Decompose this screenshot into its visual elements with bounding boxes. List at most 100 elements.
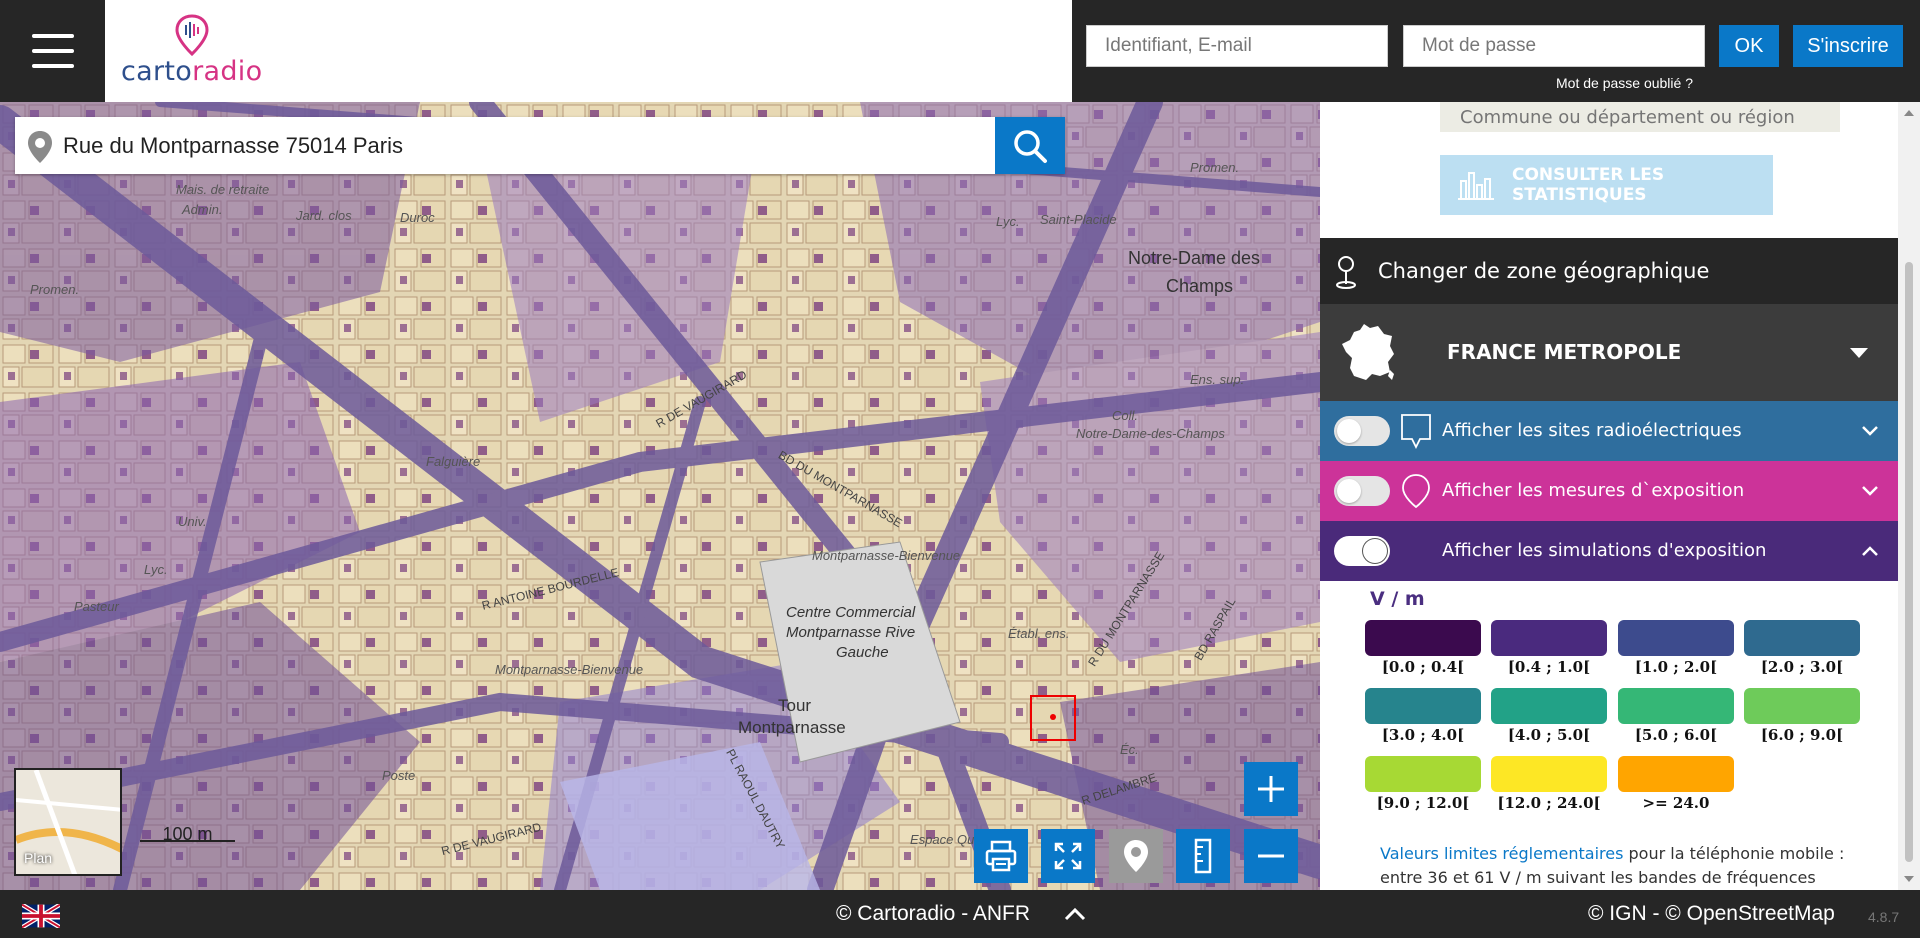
map-label-admin: Admin. <box>182 202 223 217</box>
scroll-down-icon[interactable] <box>1898 872 1920 886</box>
legend-range-label: [3.0 ; 4.0[ <box>1381 726 1465 744</box>
legend-swatch <box>1744 620 1860 656</box>
map-label-notre-dame-champs-metro: Notre-Dame-des-Champs <box>1076 426 1225 441</box>
map-label-promen-2: Promen. <box>30 282 80 297</box>
regulatory-note-text2: entre 36 et 61 V / m suivant les bandes … <box>1380 868 1816 887</box>
password-input[interactable] <box>1403 25 1705 67</box>
fullscreen-icon <box>1054 842 1082 870</box>
measure-button[interactable] <box>1176 829 1230 883</box>
search-button[interactable] <box>995 117 1065 174</box>
map-label-tour-2: Montparnasse <box>738 718 846 737</box>
antenna-site-icon <box>1401 414 1431 449</box>
login-input[interactable] <box>1086 25 1388 67</box>
legend-swatch <box>1618 756 1734 792</box>
map-label-lyc-2: Lyc. <box>996 214 1020 229</box>
region-selector[interactable]: FRANCE METROPOLE <box>1320 304 1898 401</box>
measure-pin-icon <box>1402 474 1430 509</box>
map-label-ec: Éc. <box>1120 742 1139 757</box>
print-button[interactable] <box>974 829 1028 883</box>
header: cartoradio OK S'inscrire Mot de passe ou… <box>0 0 1920 102</box>
regulatory-limits-link[interactable]: Valeurs limites réglementaires <box>1380 844 1623 863</box>
legend-range-label: [6.0 ; 9.0[ <box>1760 726 1844 744</box>
signup-button[interactable]: S'inscrire <box>1793 25 1903 67</box>
bar-chart-icon <box>1458 172 1494 200</box>
map-label-centre-1: Centre Commercial <box>786 604 916 621</box>
legend-swatch <box>1491 620 1607 656</box>
legend-unit: V / m <box>1370 588 1425 610</box>
scroll-up-icon[interactable] <box>1898 106 1920 120</box>
map-attribution: © IGN - © OpenStreetMap <box>1588 902 1835 925</box>
menu-icon-bar <box>31 49 74 53</box>
logo-text-radio: radio <box>192 56 263 87</box>
geolocate-button[interactable] <box>1109 829 1163 883</box>
map-label-saint-placide: Saint-Placide <box>1040 212 1117 227</box>
map-label-pasteur: Pasteur <box>74 599 119 614</box>
statistics-label: CONSULTER LES STATISTIQUES <box>1512 165 1665 205</box>
zoom-out-button[interactable] <box>1244 829 1298 883</box>
address-search-bar <box>15 117 1065 174</box>
commune-search-input[interactable] <box>1440 102 1840 132</box>
menu-icon-bar <box>31 64 74 68</box>
exposure-simulations-label: Afficher les simulations d'exposition <box>1442 540 1767 561</box>
ruler-icon <box>1194 838 1212 874</box>
login-area: OK S'inscrire Mot de passe oublié ? <box>1072 0 1920 102</box>
side-panel: CONSULTER LES STATISTIQUES Changer de zo… <box>1320 102 1920 890</box>
exposure-measures-toggle[interactable] <box>1334 476 1390 506</box>
map[interactable]: Notre-Dame des Champs Centre Commercial … <box>0 102 1320 890</box>
map-label-mp-bienvenue: Montparnasse-Bienvenue <box>812 548 961 563</box>
exposure-simulations-toggle[interactable] <box>1334 536 1390 566</box>
region-label: FRANCE METROPOLE <box>1447 340 1682 364</box>
fullscreen-button[interactable] <box>1041 829 1095 883</box>
legend-swatch <box>1618 688 1734 724</box>
layer-exposure-simulations[interactable]: Afficher les simulations d'exposition <box>1320 521 1898 581</box>
map-label-college: Coll. <box>1112 408 1139 423</box>
layer-radio-sites[interactable]: Afficher les sites radioélectriques <box>1320 401 1898 461</box>
hamburger-menu-button[interactable] <box>0 0 105 102</box>
map-scale: 100 m <box>140 824 235 844</box>
france-map-icon <box>1342 324 1394 380</box>
map-label-etabl-ens: Établ. ens. <box>1008 626 1070 641</box>
forgot-password-link[interactable]: Mot de passe oublié ? <box>1556 75 1693 91</box>
legend-swatch <box>1365 620 1481 656</box>
scroll-thumb[interactable] <box>1905 262 1913 862</box>
map-label-notre-dame-1: Notre-Dame des <box>1128 248 1261 268</box>
radio-sites-label: Afficher les sites radioélectriques <box>1442 420 1742 441</box>
legend-swatch <box>1618 620 1734 656</box>
zoom-in-button[interactable] <box>1244 762 1298 816</box>
address-search-input[interactable] <box>63 117 1003 174</box>
caret-down-icon <box>1850 348 1868 358</box>
english-flag-icon[interactable] <box>22 904 60 928</box>
legend-range-label: [0.0 ; 0.4[ <box>1381 658 1465 676</box>
chevron-up-icon[interactable] <box>1860 541 1880 561</box>
ok-button[interactable]: OK <box>1719 25 1779 67</box>
map-label-promen: Promen. <box>1190 160 1240 175</box>
layer-exposure-measures[interactable]: Afficher les mesures d`exposition <box>1320 461 1898 521</box>
map-label-tour-1: Tour <box>778 696 812 715</box>
chevron-down-icon[interactable] <box>1860 421 1880 441</box>
location-pin-icon <box>28 131 52 163</box>
app-version: 4.8.7 <box>1868 909 1900 925</box>
legend-range-label: [12.0 ; 24.0[ <box>1497 794 1601 812</box>
map-label-maison-retraite: Mais. de retraite <box>176 182 270 197</box>
chevron-up-icon[interactable] <box>1063 903 1087 925</box>
radio-sites-toggle[interactable] <box>1334 416 1390 446</box>
legend-swatch <box>1744 688 1860 724</box>
map-label-centre-2: Montparnasse Rive <box>786 624 916 641</box>
chevron-down-icon[interactable] <box>1860 481 1880 501</box>
logo[interactable]: cartoradio <box>105 0 1072 102</box>
panel-scrollbar[interactable] <box>1898 102 1920 890</box>
map-label-mp-bienvenue-2: Montparnasse-Bienvenue <box>495 662 644 677</box>
minus-icon <box>1258 854 1284 858</box>
logo-text-carto: carto <box>121 56 193 87</box>
map-label-poste: Poste <box>382 768 416 783</box>
map-label-univ: Univ. <box>178 514 207 529</box>
change-zone-button[interactable]: Changer de zone géographique <box>1320 238 1898 304</box>
location-dot <box>1050 714 1056 720</box>
map-label-lyc: Lyc. <box>144 562 168 577</box>
legend-range-label: [0.4 ; 1.0[ <box>1507 658 1591 676</box>
basemap-switcher[interactable]: Plan <box>14 768 122 876</box>
legend-range-label: [5.0 ; 6.0[ <box>1634 726 1718 744</box>
regulatory-note-text1: pour la téléphonie mobile : <box>1623 844 1845 863</box>
statistics-button[interactable]: CONSULTER LES STATISTIQUES <box>1440 155 1773 215</box>
plus-icon <box>1258 776 1284 802</box>
